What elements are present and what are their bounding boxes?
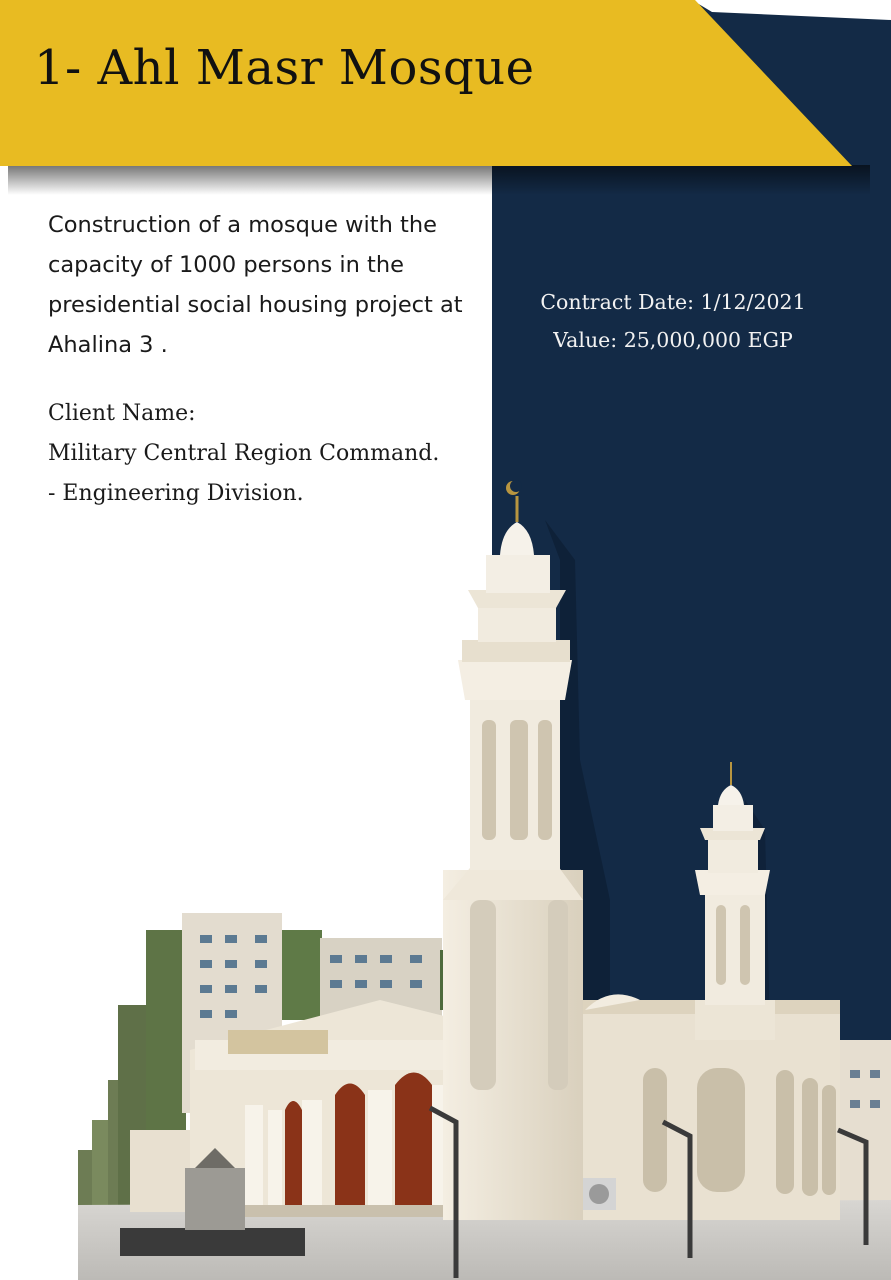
mosque-photo	[78, 480, 891, 1280]
secondary-minaret	[695, 762, 775, 1040]
project-sheet: 1- Ahl Masr Mosque Construction of a mos…	[0, 0, 891, 1280]
crescent-icon	[506, 480, 522, 495]
